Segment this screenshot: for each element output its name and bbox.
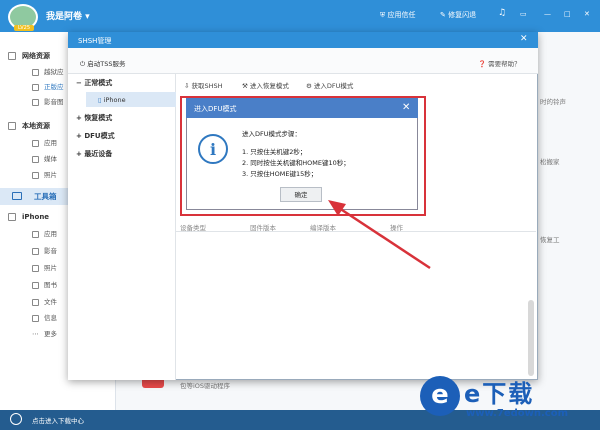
sidebar-item-label: 应用 [44, 139, 57, 147]
home-icon [8, 52, 16, 60]
app-trust-button[interactable]: ⛨ 应用信任 [380, 10, 415, 20]
ringtone-text: 时的铃声 [540, 98, 566, 106]
music-icon[interactable]: ♫ [498, 8, 506, 18]
toolbox-label: 工具箱 [34, 192, 57, 201]
arrow-line [335, 204, 431, 270]
tree-label: 正常模式 [84, 79, 113, 87]
sidebar-item-label: 影音图 [44, 98, 64, 106]
watermark-url: www.7edown.com [466, 408, 569, 419]
sidebar-item-label: 文件 [44, 298, 57, 306]
tss-service-button[interactable]: ⏻ 启动TSS服务 [80, 58, 125, 69]
tree-label: 最近设备 [84, 150, 113, 158]
tab-recovery[interactable]: ⚒ 进入恢复模式 [242, 80, 289, 90]
column-firmware: 固件版本 [250, 224, 276, 232]
sidebar-item-label: 信息 [44, 314, 57, 322]
app-icon [32, 84, 39, 91]
phone-icon [8, 213, 16, 221]
grid-icon [32, 231, 39, 238]
level-badge: LV25 [14, 25, 34, 31]
restore-tool-text: 恢复工 [540, 236, 560, 244]
restore-button[interactable]: □ [564, 10, 571, 18]
sidebar-item-label: 媒体 [44, 155, 57, 163]
tab-dfu[interactable]: ⚙ 进入DFU模式 [306, 80, 353, 90]
service-bar [68, 48, 538, 74]
music-note-icon [32, 99, 39, 106]
tree-dfu-mode[interactable]: + DFU模式 [76, 131, 115, 141]
wrench-icon: ✎ [440, 11, 446, 19]
sidebar-item-label: 正版应 [44, 83, 64, 91]
help-icon: ❓ [478, 60, 487, 68]
tss-service-label: 启动TSS服务 [87, 60, 126, 68]
close-button[interactable]: ✕ [584, 10, 590, 18]
grid-icon [32, 140, 39, 147]
sidebar-item-label: 应用 [44, 230, 57, 238]
sidebar-item-label: 照片 [44, 264, 57, 272]
tree-normal-mode[interactable]: − 正常模式 [76, 78, 112, 88]
sidebar-item-label: 图书 [44, 281, 57, 289]
scrollbar[interactable] [528, 300, 534, 376]
tree-item-iphone-label: ▯ iPhone [98, 96, 126, 104]
shield-icon: ⛨ [380, 11, 386, 19]
dfu-icon: ⚙ [306, 82, 312, 90]
tree-label: DFU模式 [84, 132, 115, 140]
tab-label: 进入DFU模式 [313, 82, 354, 90]
monitor-icon [8, 122, 16, 130]
arrow-head [328, 200, 346, 216]
download-icon: ⇩ [184, 82, 190, 90]
download-center-link[interactable]: 点击进入下载中心 [32, 415, 84, 425]
shsh-titlebar [68, 32, 538, 48]
top-bar [0, 0, 600, 32]
username[interactable]: 我是阿卷 ▾ [46, 9, 90, 22]
tree-label: 恢复模式 [84, 114, 113, 122]
tree-recent-devices[interactable]: + 最近设备 [76, 149, 112, 159]
move-text: 松搬家 [540, 158, 560, 166]
file-icon [32, 299, 39, 306]
minimize-button[interactable]: — [544, 10, 551, 18]
tab-label: 进入恢复模式 [249, 82, 289, 90]
app-trust-label: 应用信任 [387, 11, 416, 19]
toolbox-icon [12, 192, 22, 200]
tree-label: iPhone [103, 96, 126, 104]
help-link[interactable]: ❓ 需要帮助？ [478, 58, 521, 68]
sidebar-item-label: 照片 [44, 171, 57, 179]
column-device-type: 设备类型 [180, 224, 206, 232]
sidebar-group-label: 本地资源 [22, 122, 50, 130]
media-icon [32, 156, 39, 163]
sidebar-group-label: iPhone [22, 213, 50, 221]
sidebar-group-label: 网络资源 [22, 52, 50, 60]
watermark: e e下载 www.7edown.com [420, 372, 596, 430]
username-label: 我是阿卷 [46, 12, 83, 22]
app-icon [32, 69, 39, 76]
watermark-logo: e [420, 376, 460, 416]
sidebar-item-label: 越狱应 [44, 68, 64, 76]
tab-get-shsh[interactable]: ⇩ 获取SHSH [184, 80, 223, 90]
annotation-arrow [328, 200, 431, 270]
power-icon: ⏻ [80, 60, 86, 68]
sidebar-item-label: 影音 [44, 247, 57, 255]
watermark-brand: e下载 [464, 380, 535, 408]
more-icon: ⋯ [32, 330, 39, 338]
tree-recovery-mode[interactable]: + 恢复模式 [76, 113, 112, 123]
photo-icon [32, 265, 39, 272]
wrench-icon: ⚒ [242, 82, 248, 90]
download-icon[interactable] [10, 413, 22, 425]
shsh-close-icon[interactable]: ✕ [520, 34, 528, 44]
photo-icon [32, 172, 39, 179]
sidebar-item-label: 更多 [44, 330, 57, 338]
media-icon [32, 248, 39, 255]
menu-icon[interactable]: ▭ [520, 10, 527, 18]
repair-label: 修复闪退 [448, 11, 477, 19]
message-icon [32, 315, 39, 322]
help-label: 需要帮助？ [488, 60, 521, 68]
shsh-title: SHSH管理 [78, 37, 112, 45]
tab-label: 获取SHSH [191, 82, 223, 90]
driver-text: 包等iOS驱动程序 [180, 382, 231, 390]
book-icon [32, 282, 39, 289]
phone-icon: ▯ [98, 96, 102, 104]
repair-crash-button[interactable]: ✎ 修复闪退 [440, 10, 476, 20]
